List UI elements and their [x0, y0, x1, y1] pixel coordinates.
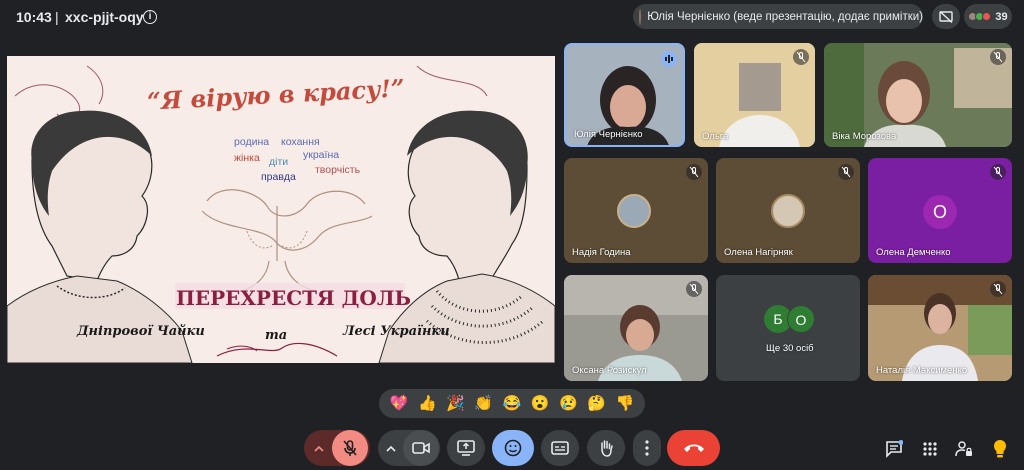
present-screen-button[interactable]: [447, 430, 485, 466]
mic-off-icon: [686, 281, 702, 297]
raise-hand-icon: [601, 440, 613, 457]
participant-name: Олена Демченко: [876, 247, 951, 258]
mic-off-icon: [990, 164, 1006, 180]
activity-light-button[interactable]: [988, 437, 1012, 461]
presenter-indicator[interactable]: Юлія Чернієнко (веде презентацію, додає …: [633, 4, 923, 29]
reaction-sad[interactable]: 😢: [559, 396, 578, 411]
word-kokhannia: кохання: [281, 136, 320, 148]
mic-toggle-button[interactable]: [332, 430, 368, 466]
more-vert-icon: [645, 440, 649, 456]
more-participants-tile[interactable]: Б О Ще 30 осіб: [716, 275, 860, 381]
camera-options-button[interactable]: [379, 430, 403, 466]
word-pravda: правда: [261, 171, 296, 183]
participant-tile-rozyskul[interactable]: Оксана Розискул: [564, 275, 708, 381]
participant-initial-avatar: О: [923, 195, 957, 229]
raise-hand-button[interactable]: [587, 430, 625, 466]
reactions-button[interactable]: [492, 430, 534, 466]
captions-icon: [551, 441, 569, 455]
chat-button[interactable]: [882, 437, 906, 461]
connector-text: та: [265, 328, 288, 343]
host-controls-button[interactable]: [952, 437, 976, 461]
mic-off-icon: [990, 49, 1006, 65]
chat-icon: [886, 440, 903, 458]
presenter-avatar: [639, 8, 642, 25]
reactions-bar: 💖 👍 🎉 👏 😂 😮 😢 🤔 👎: [379, 389, 645, 418]
meeting-code: xxc-pjjt-oqy: [65, 9, 144, 25]
activities-button[interactable]: [918, 437, 942, 461]
mic-off-icon: [343, 440, 357, 456]
mic-off-icon: [793, 49, 809, 65]
participant-tile-morozova[interactable]: Віка Морозова: [824, 43, 1012, 147]
emoji-smile-icon: [504, 439, 522, 457]
mic-off-icon: [686, 164, 702, 180]
mic-options-button[interactable]: [306, 430, 332, 466]
camera-control: [378, 430, 440, 466]
present-screen-icon: [457, 440, 475, 456]
lock-person-icon: [955, 441, 972, 457]
video-camera-icon: [412, 442, 430, 454]
more-options-button[interactable]: [633, 430, 661, 466]
top-bar: 10:43 | xxc-pjjt-oqy i Юлія Чернієнко (в…: [0, 0, 1024, 34]
camera-toggle-button[interactable]: [403, 430, 439, 466]
participant-name: Ольга: [702, 131, 729, 142]
reaction-sparkling-heart[interactable]: 💖: [390, 396, 409, 411]
participant-name: Юлія Чернієнко: [574, 129, 643, 140]
participant-tile-chernienko[interactable]: Юлія Чернієнко: [564, 43, 685, 147]
participant-tile-nahirniak[interactable]: Олена Нагірняк: [716, 158, 860, 263]
participant-name: Оксана Розискул: [572, 365, 647, 376]
reaction-surprised[interactable]: 😮: [531, 396, 550, 411]
presenter-label: Юлія Чернієнко (веде презентацію, додає …: [647, 10, 923, 23]
info-icon[interactable]: i: [143, 10, 157, 24]
participant-name: Віка Морозова: [832, 131, 897, 142]
participants-avatar-stack: [968, 12, 992, 21]
leave-call-button[interactable]: [667, 430, 720, 466]
left-name: Дніпрової Чайки: [77, 324, 205, 339]
participant-avatar: [771, 194, 805, 228]
participant-tile-olga[interactable]: Ольга: [694, 43, 815, 147]
word-ukraina: україна: [303, 149, 340, 161]
chevron-up-icon: [386, 445, 396, 452]
participant-name: Олена Нагірняк: [724, 247, 793, 258]
more-participants-label: Ще 30 осіб: [766, 343, 814, 354]
reaction-thumbs-up[interactable]: 👍: [418, 396, 437, 411]
mic-off-icon: [990, 281, 1006, 297]
participant-name: Надія Година: [572, 247, 631, 258]
lightbulb-icon: [994, 440, 1006, 458]
participant-initial-avatar: О: [787, 305, 815, 333]
word-rodyna: родина: [234, 136, 270, 148]
participant-tile-maksymenko[interactable]: Наталія Максименко: [868, 275, 1012, 381]
separator: |: [55, 9, 59, 25]
mic-control: [304, 430, 370, 466]
participant-tile-demchenko[interactable]: О Олена Демченко: [868, 158, 1012, 263]
meet-window: 10:43 | xxc-pjjt-oqy i Юлія Чернієнко (в…: [0, 0, 1024, 470]
present-off-icon: [939, 10, 953, 23]
reaction-clapping[interactable]: 👏: [474, 396, 493, 411]
right-name: Лесі Українки: [343, 324, 450, 339]
people-button[interactable]: 39: [964, 4, 1012, 29]
stop-presenting-button[interactable]: [932, 4, 960, 29]
reaction-thumbs-down[interactable]: 👎: [616, 396, 635, 411]
end-call-icon: [683, 444, 704, 452]
participant-avatar: [617, 194, 651, 228]
participant-count: 39: [995, 10, 1008, 23]
word-tvorchist: творчість: [315, 164, 361, 176]
captions-button[interactable]: [541, 430, 579, 466]
reaction-party-popper[interactable]: 🎉: [446, 396, 465, 411]
participant-tile-hodyna[interactable]: Надія Година: [564, 158, 708, 263]
participant-name: Наталія Максименко: [876, 365, 968, 376]
speaking-indicator: [661, 51, 677, 67]
slide-banner: ПЕРЕХРЕСТЯ ДОЛЬ: [176, 286, 412, 310]
word-dity: діти: [269, 156, 289, 168]
presentation-slide[interactable]: “Я вірую в красу!” родина кохання жінка …: [7, 56, 555, 363]
chevron-up-icon: [314, 445, 324, 452]
reaction-thinking[interactable]: 🤔: [587, 396, 606, 411]
apps-grid-icon: [923, 442, 937, 456]
reaction-laughing[interactable]: 😂: [503, 396, 522, 411]
word-zhinka: жінка: [234, 152, 260, 164]
clock: 10:43: [16, 9, 52, 25]
mic-off-icon: [838, 164, 854, 180]
